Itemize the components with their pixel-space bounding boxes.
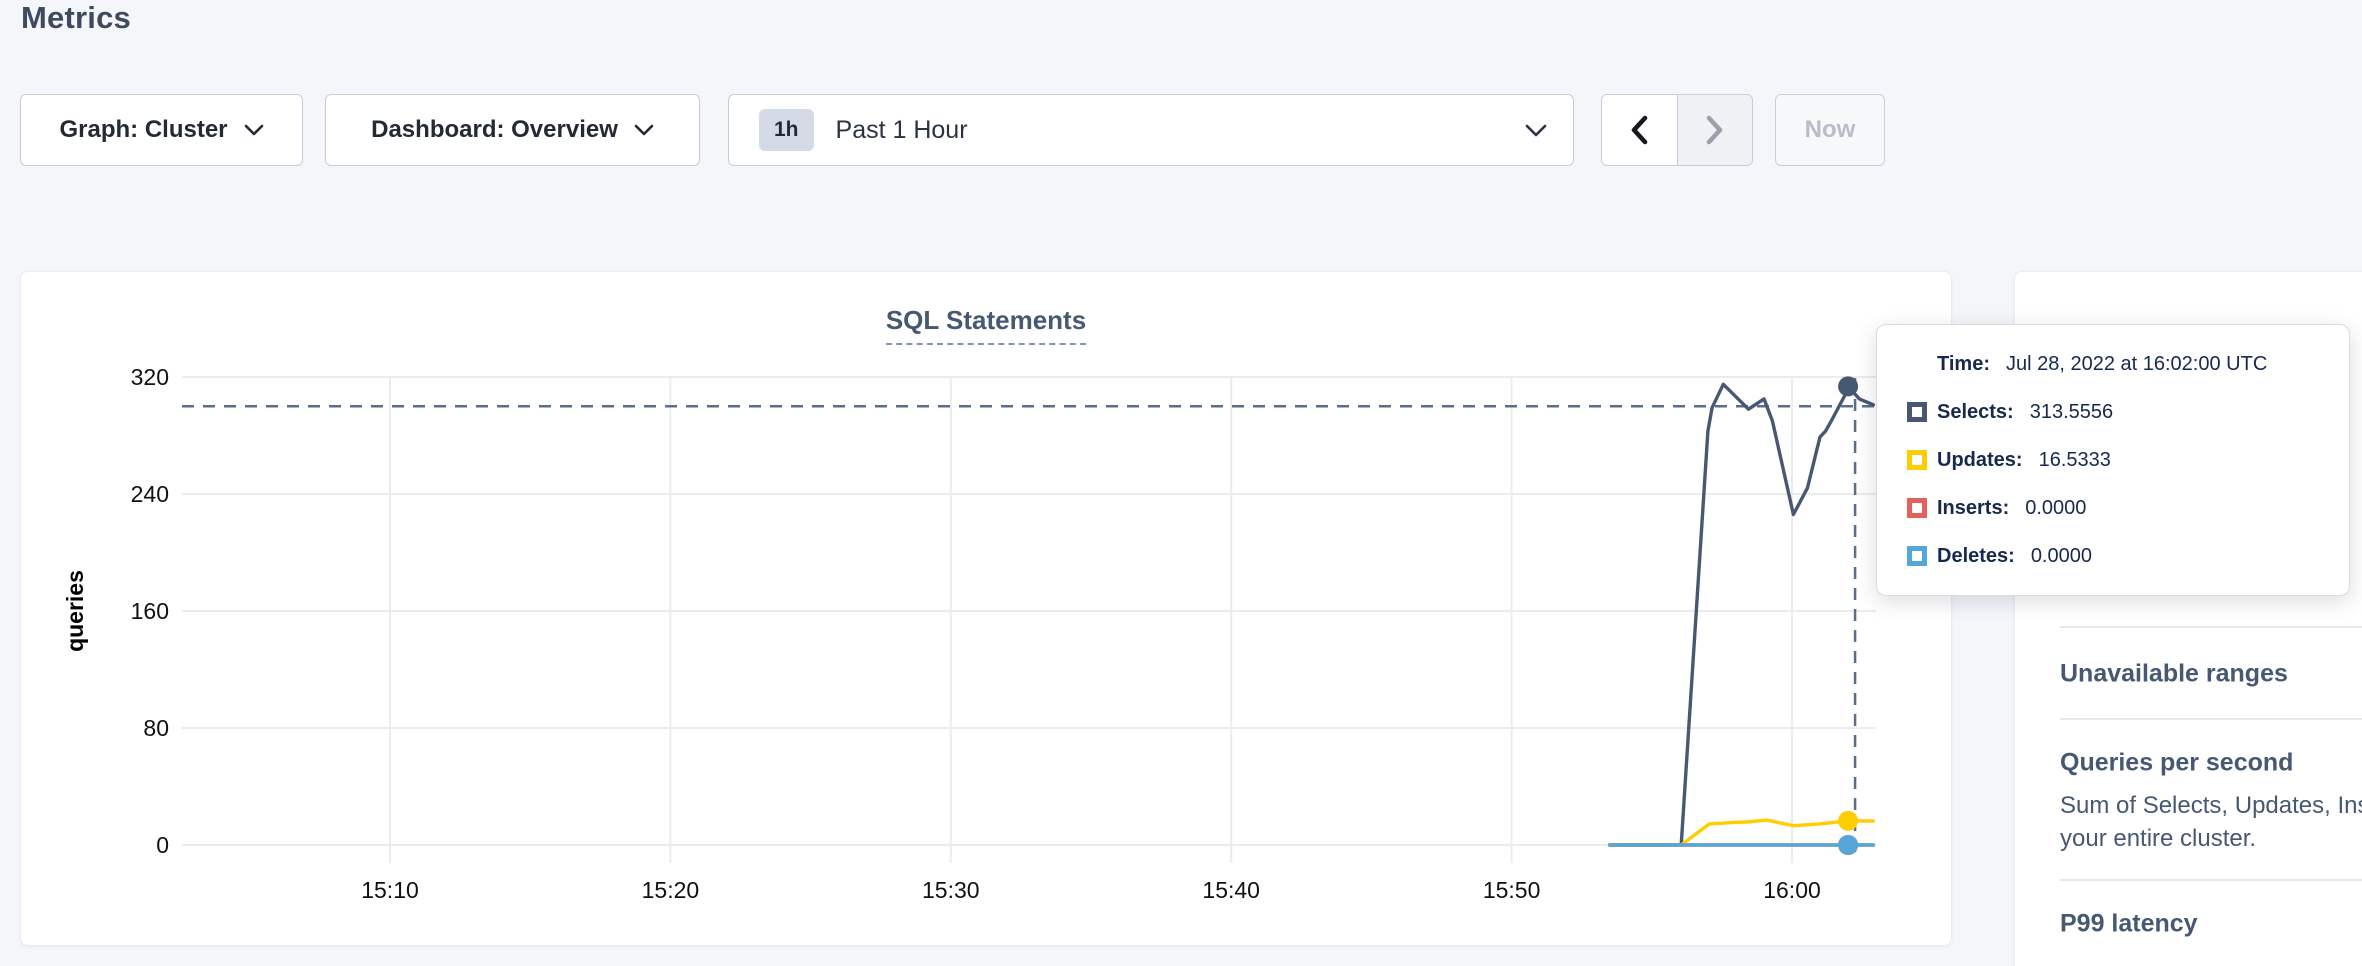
time-range-label: Past 1 Hour: [836, 116, 1525, 145]
tooltip-time-value: Jul 28, 2022 at 16:02:00 UTC: [2006, 353, 2267, 376]
sql-statements-chart[interactable]: 0 80 160 240 320 15:10 15:20 15:30 15:40 15:50 16:…: [21, 272, 1951, 945]
chart-hover-tooltip: Time: Jul 28, 2022 at 16:02:00 UTC Selec…: [1876, 324, 2350, 596]
dashboard-dropdown[interactable]: Dashboard: Overview: [325, 94, 700, 166]
metrics-page: Metrics Graph: Cluster Dashboard: Overvi…: [0, 0, 2362, 966]
x-axis-tick-label: 15:50: [1483, 877, 1541, 903]
series-line-updates: [1610, 820, 1874, 845]
tooltip-series-label: Selects:: [1937, 401, 2014, 424]
page-title: Metrics: [21, 0, 131, 36]
sidebar-heading: P99 latency: [2060, 910, 2198, 939]
sql-statements-chart-card: SQL Statements 08016024032015:1015:2015:…: [20, 271, 1952, 946]
hover-point-updates: [1838, 811, 1858, 831]
tooltip-series-row-inserts: Inserts: 0.0000: [1907, 487, 2319, 529]
hover-point-selects: [1838, 376, 1858, 396]
tooltip-series-value: 313.5556: [2030, 401, 2113, 424]
chevron-right-icon: [1704, 114, 1726, 146]
sidebar-divider: [2060, 879, 2362, 881]
deletes-legend-swatch-icon: [1907, 546, 1927, 566]
selects-legend-swatch-icon: [1907, 402, 1927, 422]
updates-legend-swatch-icon: [1907, 450, 1927, 470]
x-axis-tick-label: 16:00: [1763, 877, 1821, 903]
now-button[interactable]: Now: [1775, 94, 1885, 166]
tooltip-series-row-selects: Selects: 313.5556: [1907, 391, 2319, 433]
tooltip-series-row-updates: Updates: 16.5333: [1907, 439, 2319, 481]
sidebar-body-line: Sum of Selects, Updates, Inser: [2060, 792, 2362, 820]
time-range-picker[interactable]: 1h Past 1 Hour: [728, 94, 1574, 166]
tooltip-series-row-deletes: Deletes: 0.0000: [1907, 535, 2319, 577]
time-window-back-button[interactable]: [1602, 95, 1677, 165]
y-axis-tick-label: 80: [143, 715, 169, 741]
chevron-left-icon: [1628, 114, 1650, 146]
y-axis-tick-label: 240: [131, 481, 169, 507]
x-axis-tick-label: 15:30: [922, 877, 980, 903]
time-window-arrows: [1601, 94, 1753, 166]
sidebar-heading: Unavailable ranges: [2060, 660, 2288, 689]
sidebar-body-line: your entire cluster.: [2060, 825, 2256, 853]
tooltip-series-label: Inserts:: [1937, 497, 2009, 520]
y-axis-tick-label: 0: [156, 832, 169, 858]
tooltip-series-value: 16.5333: [2039, 449, 2111, 472]
hover-point-deletes: [1838, 835, 1858, 855]
y-axis-tick-label: 320: [131, 364, 169, 390]
tooltip-series-label: Deletes:: [1937, 545, 2015, 568]
sidebar-divider: [2060, 718, 2362, 720]
graph-dropdown[interactable]: Graph: Cluster: [20, 94, 303, 166]
tooltip-series-label: Updates:: [1937, 449, 2023, 472]
time-window-forward-button[interactable]: [1677, 95, 1753, 165]
x-axis-tick-label: 15:20: [642, 877, 700, 903]
x-axis-tick-label: 15:10: [361, 877, 419, 903]
y-axis-title: queries: [62, 570, 88, 652]
tooltip-time-label: Time:: [1937, 353, 1990, 376]
sidebar-heading: Queries per second: [2060, 749, 2293, 778]
sidebar-divider: [2060, 626, 2362, 628]
chevron-down-icon: [1525, 124, 1547, 137]
dashboard-dropdown-label: Dashboard: Overview: [371, 116, 618, 144]
series-line-selects: [1610, 384, 1874, 845]
tooltip-series-value: 0.0000: [2031, 545, 2092, 568]
tooltip-time-row: Time: Jul 28, 2022 at 16:02:00 UTC: [1907, 343, 2319, 385]
y-axis-tick-label: 160: [131, 598, 169, 624]
time-range-badge: 1h: [759, 109, 814, 151]
tooltip-series-value: 0.0000: [2025, 497, 2086, 520]
x-axis-tick-label: 15:40: [1202, 877, 1260, 903]
tooltip-swatch-spacer: [1907, 354, 1927, 374]
graph-dropdown-label: Graph: Cluster: [59, 116, 227, 144]
chevron-down-icon: [244, 124, 264, 136]
inserts-legend-swatch-icon: [1907, 498, 1927, 518]
chevron-down-icon: [634, 124, 654, 136]
